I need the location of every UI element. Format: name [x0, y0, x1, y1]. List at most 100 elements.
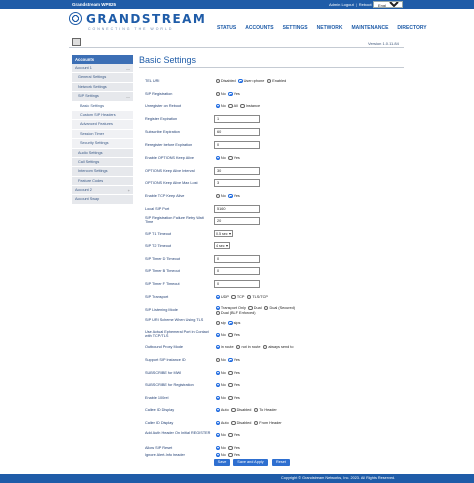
sidebar-item-sip-settings[interactable]: SIP Settings —: [72, 92, 133, 102]
sidebar-item-intercom-settings[interactable]: Intercom Settings: [72, 167, 133, 177]
radio-yes[interactable]: [228, 383, 233, 388]
radio-udp[interactable]: [215, 295, 220, 300]
nav-directory[interactable]: DIRECTORY: [397, 25, 426, 31]
radio-yes[interactable]: [228, 433, 233, 438]
radio-tcp[interactable]: [231, 295, 236, 300]
radio-label: always send to: [268, 345, 294, 350]
radio-always-send-to[interactable]: [262, 345, 268, 350]
radio-label: User=phone: [243, 79, 265, 84]
radio-no[interactable]: [215, 194, 220, 199]
radio-no[interactable]: [215, 156, 220, 161]
sidebar-item-basic-settings[interactable]: Basic Settings: [72, 101, 133, 111]
tcp-keep-alive-radios: No Yes: [214, 194, 240, 199]
radio-auto[interactable]: [215, 421, 220, 426]
nav-network[interactable]: NETWORK: [317, 25, 343, 31]
radio-no[interactable]: [215, 92, 220, 97]
sidebar-item-feature-codes[interactable]: Feature Codes: [72, 176, 133, 187]
admin-logout-link[interactable]: Admin Logout: [329, 2, 354, 7]
radio-auto[interactable]: [215, 408, 220, 413]
sidebar-item-general-settings[interactable]: General Settings: [72, 73, 133, 83]
radio-sip[interactable]: [215, 321, 220, 326]
radio-to-header[interactable]: [253, 408, 259, 413]
radio-disabled[interactable]: [231, 421, 236, 426]
sidebar-item-label: Account Swap: [75, 197, 100, 202]
radio-disabled[interactable]: [231, 408, 236, 413]
radio-label: Dual (BLF Enforced): [220, 311, 256, 316]
sidebar-item-advanced-features[interactable]: Advanced Features: [72, 120, 133, 130]
radio-transport-only[interactable]: [215, 306, 220, 311]
sidebar-item-account-swap[interactable]: Account Swap: [72, 195, 133, 205]
radio-yes[interactable]: [228, 194, 233, 199]
copyright-text: Copyright © Grandstream Networks, Inc. 2…: [281, 476, 396, 480]
nav-status[interactable]: STATUS: [217, 25, 236, 31]
radio-yes[interactable]: [228, 92, 233, 97]
radio-yes[interactable]: [228, 453, 233, 458]
radio-all[interactable]: [228, 104, 233, 109]
radio-yes[interactable]: [228, 358, 233, 363]
radio-dual[interactable]: [248, 306, 253, 311]
sidebar-item-custom-sip-headers[interactable]: Custom SIP Headers: [72, 110, 133, 121]
collapse-icon[interactable]: —: [126, 64, 130, 73]
sip-timer-f-timeout-input[interactable]: 0: [214, 280, 260, 288]
radio-yes[interactable]: [228, 333, 233, 338]
register-expiration-input[interactable]: 1: [214, 115, 260, 123]
sip-timer-d-timeout-input[interactable]: 0: [214, 255, 260, 263]
radio-label: in route: [220, 345, 234, 350]
radio-not-in-route[interactable]: [236, 345, 241, 350]
radio-no[interactable]: [215, 371, 220, 376]
radio-yes[interactable]: [228, 371, 233, 376]
sidebar-item-security-settings[interactable]: Security Settings: [72, 139, 133, 149]
radio-no[interactable]: [215, 358, 220, 363]
sidebar-item-session-timer[interactable]: Session Timer: [72, 129, 133, 140]
label-subscribe-mwi: SUBSCRIBE for MWI: [145, 371, 182, 375]
radio-no[interactable]: [215, 453, 220, 458]
save-and-apply-button[interactable]: Save and Apply: [233, 459, 268, 466]
radio-no[interactable]: [215, 104, 220, 109]
radio-from-header[interactable]: [253, 421, 259, 426]
radio-yes[interactable]: [228, 446, 233, 451]
local-sip-port-input[interactable]: 5160: [214, 205, 260, 213]
save-button[interactable]: Save: [214, 459, 230, 466]
radio-yes[interactable]: [228, 396, 233, 401]
toolbox-icon[interactable]: [72, 38, 81, 46]
radio-dual-blf-enforced[interactable]: [215, 311, 220, 316]
radio-tel-uri-user-phone[interactable]: [238, 79, 243, 84]
reboot-link[interactable]: Reboot: [359, 2, 372, 7]
language-select[interactable]: English: [373, 1, 403, 8]
radio-no[interactable]: [215, 446, 220, 451]
label-sip-listening-mode: SIP Listening Mode: [145, 308, 178, 312]
sidebar-item-audio-settings[interactable]: Audio Settings: [72, 148, 133, 158]
options-keep-alive-max-lost-input[interactable]: 3: [214, 179, 260, 187]
reset-button[interactable]: Reset: [272, 459, 290, 466]
subscribe-expiration-input[interactable]: 60: [214, 128, 260, 136]
reregister-before-expiration-input[interactable]: 0: [214, 141, 260, 149]
sip-t1-timeout-select[interactable]: 0.5 sec: [214, 230, 233, 237]
radio-no[interactable]: [215, 396, 220, 401]
radio-no[interactable]: [215, 433, 220, 438]
radio-sips[interactable]: [228, 321, 233, 326]
sip-timer-b-timeout-input[interactable]: 0: [214, 267, 260, 275]
expand-icon[interactable]: +: [128, 186, 130, 195]
radio-tel-uri-disabled[interactable]: [215, 79, 220, 84]
nav-maintenance[interactable]: MAINTENANCE: [351, 25, 388, 31]
sip-t2-timeout-select[interactable]: 4 sec: [214, 242, 230, 249]
radio-yes[interactable]: [228, 156, 233, 161]
radio-dual-secured[interactable]: [264, 306, 269, 311]
sidebar-item-network-settings[interactable]: Network Settings: [72, 82, 133, 93]
sip-reg-failure-retry-input[interactable]: 20: [214, 217, 260, 225]
options-keep-alive-interval-input[interactable]: 30: [214, 167, 260, 175]
sidebar-item-account-1[interactable]: Account 1 —: [72, 64, 133, 74]
divider: [69, 47, 404, 48]
radio-in-route[interactable]: [215, 345, 220, 350]
collapse-icon[interactable]: —: [126, 92, 130, 101]
radio-tel-uri-enabled[interactable]: [266, 79, 272, 84]
radio-no[interactable]: [215, 333, 220, 338]
label-allow-sip-reset: Allow SIP Reset: [145, 446, 173, 450]
radio-tls-tcp[interactable]: [246, 295, 252, 300]
radio-instance[interactable]: [240, 104, 245, 109]
sidebar-item-call-settings[interactable]: Call Settings: [72, 157, 133, 168]
radio-no[interactable]: [215, 383, 220, 388]
nav-settings[interactable]: SETTINGS: [283, 25, 308, 31]
sidebar-item-account-2[interactable]: Account 2 +: [72, 186, 133, 196]
nav-accounts[interactable]: ACCOUNTS: [245, 25, 273, 31]
